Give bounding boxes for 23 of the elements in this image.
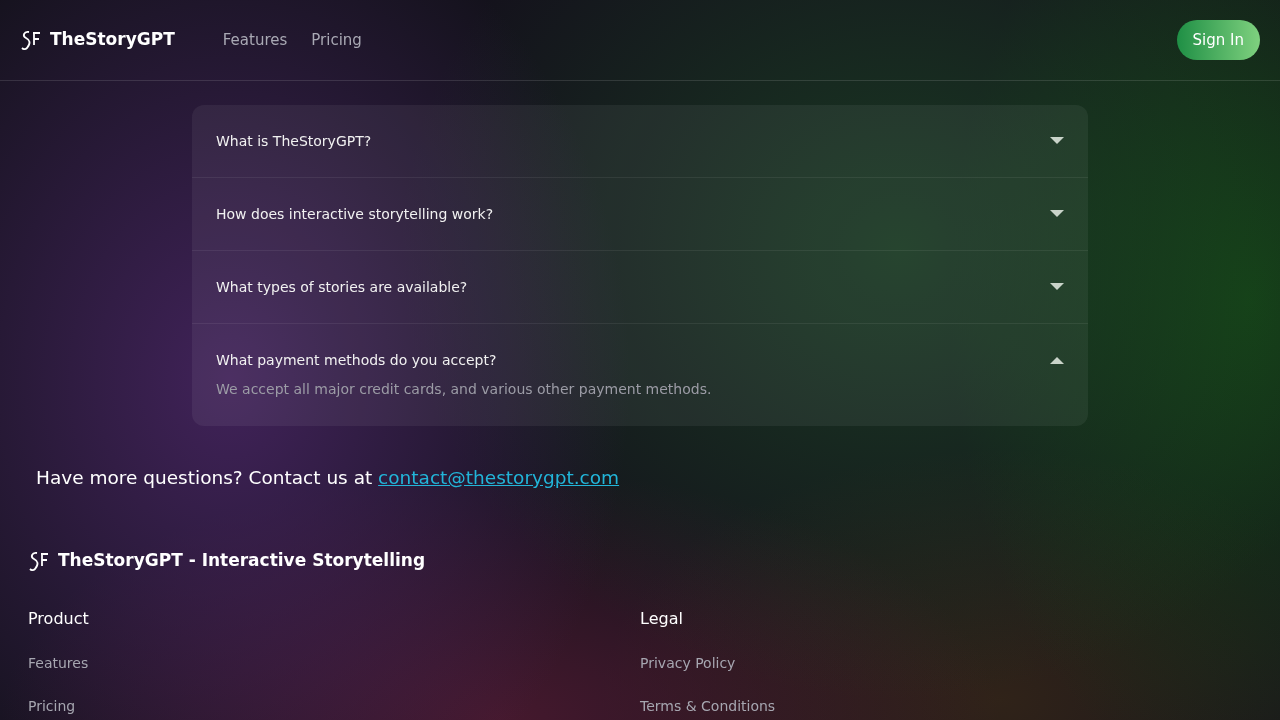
faq-question[interactable]: What types of stories are available? [216, 276, 468, 298]
footer-heading: Product [28, 608, 89, 631]
footer-title: TheStoryGPT - Interactive Storytelling [58, 548, 426, 572]
footer-link[interactable]: Terms & Conditions [640, 696, 776, 718]
faq-question[interactable]: How does interactive storytelling work? [216, 203, 494, 225]
chevron-down-icon[interactable] [1050, 137, 1064, 145]
footer-link[interactable]: Pricing [28, 696, 76, 718]
faq-question[interactable]: What payment methods do you accept? [216, 349, 497, 371]
nav-link[interactable]: Features [222, 28, 288, 52]
chevron-up-icon[interactable] [1050, 356, 1064, 364]
nav-link[interactable]: Pricing [311, 28, 362, 52]
faq-answer: We accept all major credit cards, and various other payment methods. [216, 380, 713, 399]
email-link[interactable]: contact@thestorygpt.com [378, 467, 620, 488]
contact-text: Have more questions? Contact us at contact@thestorygpt.com [36, 466, 621, 490]
chevron-down-icon[interactable] [1050, 210, 1064, 218]
footer-link[interactable]: Privacy Policy [640, 653, 736, 675]
chevron-down-icon[interactable] [1050, 283, 1064, 291]
footer-link[interactable]: Features [28, 653, 89, 675]
footer-heading: Legal [640, 608, 683, 631]
logo-icon [28, 549, 50, 572]
logo-icon [20, 29, 42, 51]
brand-name: TheStoryGPT [50, 28, 175, 52]
faq-question[interactable]: What is TheStoryGPT? [216, 130, 372, 152]
